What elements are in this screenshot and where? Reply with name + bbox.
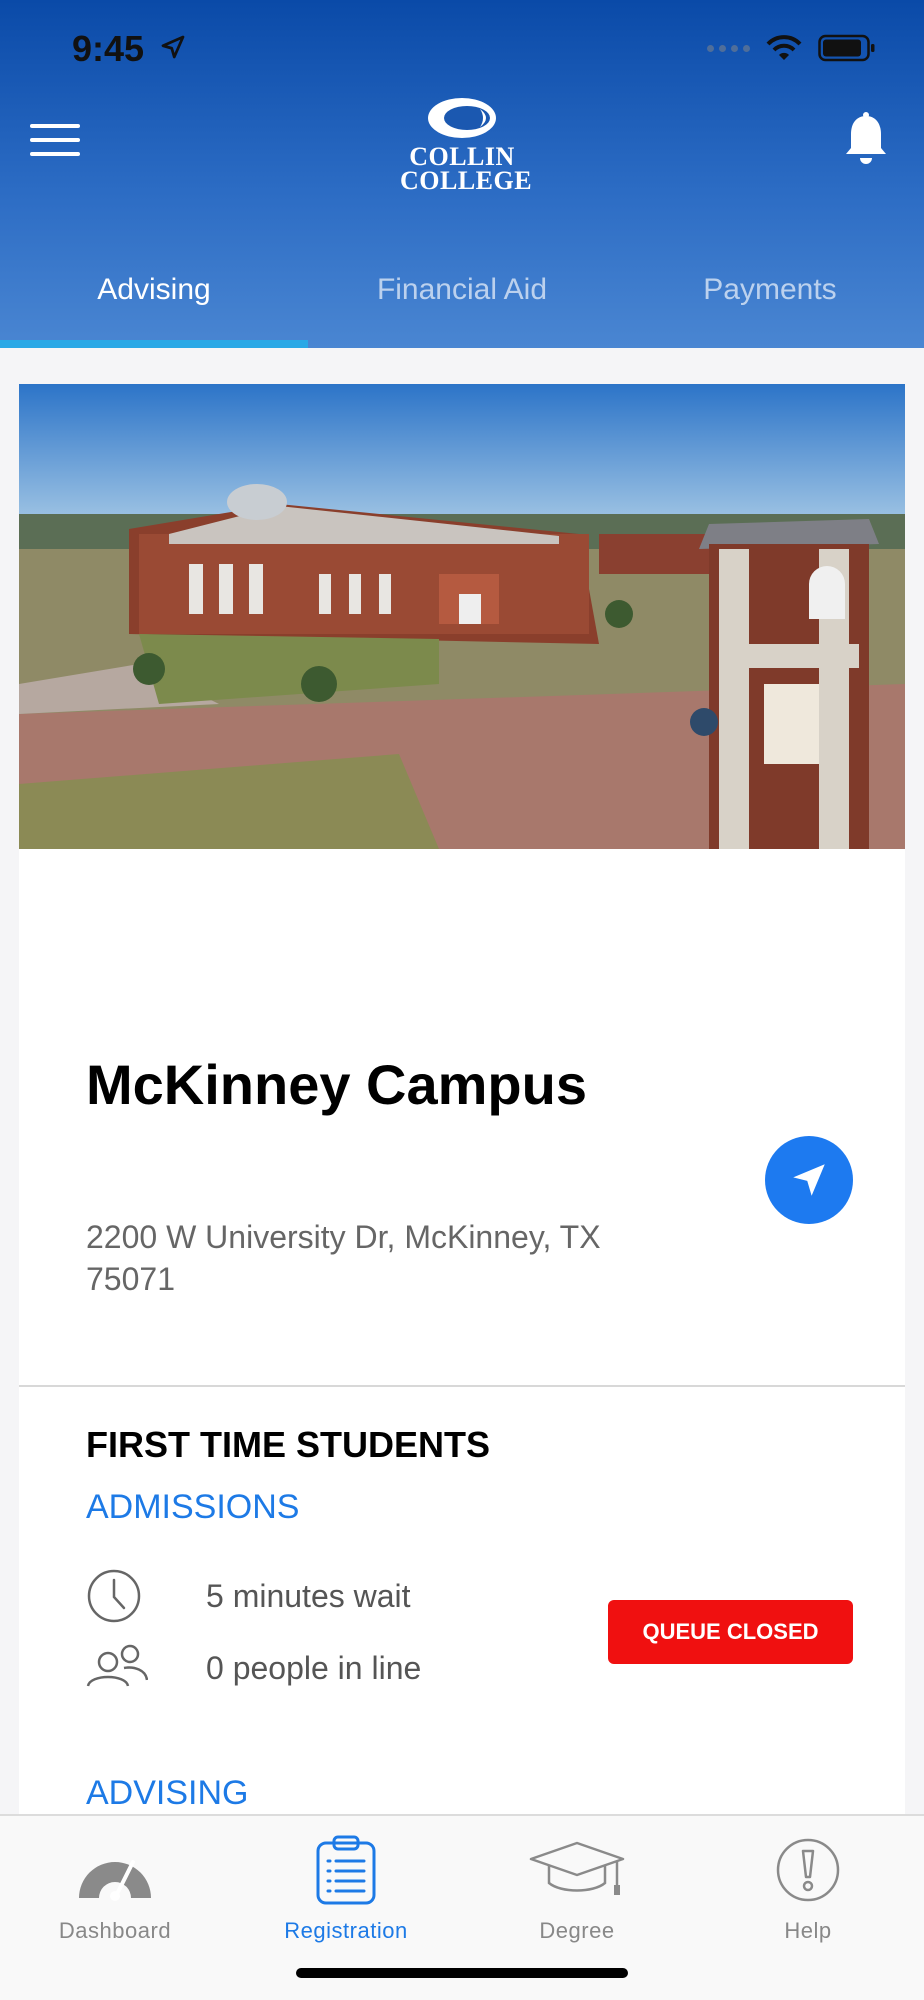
notification-bell-icon[interactable]	[842, 112, 890, 168]
bottom-tab-degree[interactable]: Degree	[477, 1824, 677, 1944]
divider	[19, 1385, 905, 1387]
admissions-link[interactable]: ADMISSIONS	[86, 1488, 299, 1527]
status-indicators	[707, 34, 876, 62]
logo-swoosh-icon	[428, 98, 496, 138]
queue-closed-button[interactable]: QUEUE CLOSED	[608, 1600, 853, 1664]
bottom-tab-registration[interactable]: Registration	[246, 1824, 446, 1944]
campus-photo	[19, 384, 905, 849]
tab-payments[interactable]: Payments	[616, 256, 924, 348]
navigation-arrow-icon	[793, 1164, 825, 1196]
advising-link[interactable]: ADVISING	[86, 1774, 248, 1813]
exclamation-circle-icon	[776, 1838, 840, 1902]
bottom-tab-dashboard[interactable]: Dashboard	[15, 1824, 215, 1944]
clipboard-list-icon	[316, 1835, 376, 1905]
status-time: 9:45	[72, 28, 145, 69]
battery-icon	[818, 34, 875, 62]
campus-card: McKinney Campus 2200 W University Dr, Mc…	[19, 384, 905, 1814]
top-tabs: Advising Financial Aid Payments	[0, 256, 924, 348]
wait-time-row: 5 minutes wait	[86, 1568, 411, 1624]
bottom-tab-help[interactable]: Help	[708, 1824, 908, 1944]
collin-college-logo: COLLIN COLLEGE	[400, 96, 532, 194]
wait-time: 5 minutes wait	[206, 1577, 411, 1614]
wifi-icon	[766, 35, 802, 60]
people-in-line: 0 people in line	[206, 1649, 422, 1686]
signal-icon	[707, 44, 750, 52]
campus-address: 2200 W University Dr, McKinney, TX 75071	[86, 1219, 601, 1297]
tab-financial-aid[interactable]: Financial Aid	[308, 256, 616, 348]
graduation-cap-icon	[529, 1841, 625, 1895]
section-title: FIRST TIME STUDENTS	[86, 1424, 490, 1465]
menu-icon[interactable]	[30, 124, 80, 158]
people-in-line-row: 0 people in line	[86, 1640, 421, 1696]
clock-icon	[87, 1569, 141, 1623]
directions-button[interactable]	[765, 1136, 853, 1224]
home-indicator	[296, 1968, 628, 1978]
people-icon	[86, 1644, 148, 1687]
app-header: 9:45 COLLIN COLLEGE Advising Financial A…	[0, 0, 924, 348]
dashboard-gauge-icon	[79, 1860, 151, 1901]
location-arrow-icon	[161, 35, 185, 59]
campus-name: McKinney Campus	[86, 1053, 587, 1116]
tab-advising[interactable]: Advising	[0, 256, 308, 348]
